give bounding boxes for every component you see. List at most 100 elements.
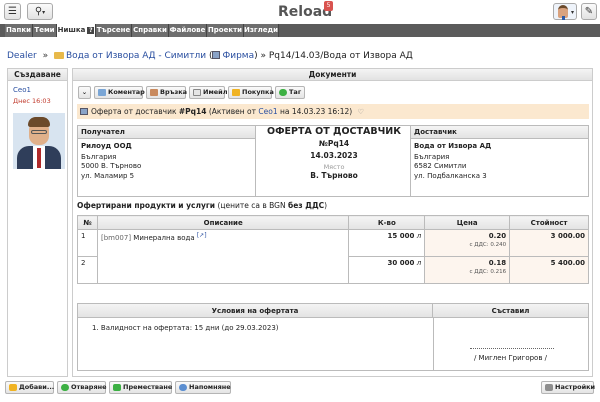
paren-close: )	[254, 51, 258, 61]
comment-label: Коментар	[108, 88, 145, 96]
chevron-down-icon: ⌄	[81, 88, 88, 96]
supplier-label: Доставчик	[411, 126, 588, 139]
vat-label: с ДДС:	[469, 269, 489, 275]
row-number: 1	[77, 229, 98, 257]
tab-search[interactable]: Търсене	[96, 24, 132, 37]
move-label: Преместване	[123, 383, 173, 391]
help-icon[interactable]: ?	[87, 27, 95, 34]
price-value: 0.20	[488, 232, 507, 240]
recipient-box: Получател Рилоуд ООД България 5000 В. Тъ…	[77, 125, 255, 197]
avatar-hair	[28, 117, 50, 127]
tab-folders[interactable]: Папки	[5, 24, 33, 37]
tab-files[interactable]: Файлове	[169, 24, 207, 37]
products-caption-title: Офертирани продукти и услуги	[77, 201, 216, 210]
document-place: В. Търново	[310, 171, 358, 180]
recipient-city: 5000 В. Търново	[81, 162, 142, 170]
heart-icon[interactable]: ♡	[358, 105, 364, 120]
col-description: Описание	[96, 215, 350, 230]
open-icon	[61, 384, 69, 391]
open-button[interactable]: Отваряне	[57, 381, 107, 394]
comment-button[interactable]: Коментар	[94, 86, 145, 99]
settings-button[interactable]: Настройки	[541, 381, 595, 394]
email-icon	[193, 89, 201, 96]
col-number: №	[77, 215, 98, 230]
tab-label: Папки	[5, 26, 32, 34]
compiled-by-title: Съставил	[433, 304, 588, 318]
breadcrumb-firm[interactable]: Фирма	[222, 51, 254, 61]
tab-thread[interactable]: Нишка?	[57, 24, 96, 37]
arrow-right-icon	[113, 384, 121, 391]
document-title: ОФЕРТА ОТ ДОСТАВЧИК	[267, 126, 401, 137]
top-bar: ☰ ⚲▾ Reload 5 ▾ ✎	[0, 0, 600, 24]
document-title-block: ОФЕРТА ОТ ДОСТАВЧИК №Pq14 14.03.2023 Мяс…	[259, 126, 409, 180]
tab-label: Нишка	[57, 26, 86, 34]
breadcrumb-current: » Pq14/14.03/Вода от Извора АД	[260, 51, 413, 61]
product-name[interactable]: Минерална вода	[133, 234, 194, 242]
external-link-icon[interactable]: [↗]	[197, 232, 207, 239]
move-button[interactable]: Преместване	[109, 381, 172, 394]
quantity-unit: л	[416, 259, 422, 267]
divider	[433, 318, 434, 371]
breadcrumb-folder[interactable]: Вода от Извора АД - Симитли	[66, 51, 206, 61]
pin-icon: ✎	[584, 6, 594, 17]
row-price: 0.18 с ДДС: 0.216	[424, 256, 511, 284]
conditions-title: Условия на офертата	[78, 304, 433, 318]
pin-button[interactable]: ✎	[581, 3, 597, 20]
creation-panel-title: Създаване	[8, 69, 67, 81]
quantity-value: 15 000	[387, 232, 415, 240]
quantity-unit: л	[416, 232, 422, 240]
bottom-toolbar: Добави... Отваряне Преместване Напомняне…	[0, 381, 600, 395]
recipient-name: Рилоуд ООД	[81, 142, 132, 150]
breadcrumb-separator: »	[42, 51, 49, 61]
user-avatar-button[interactable]: ▾	[553, 3, 577, 20]
search-button[interactable]: ⚲▾	[27, 3, 53, 20]
info-user-link[interactable]: Ceo1	[258, 107, 277, 116]
vat-label: с ДДС:	[469, 242, 489, 248]
supplier-street: ул. Подбалканска 3	[414, 171, 487, 180]
signer-name: / Миглен Григоров /	[473, 354, 548, 362]
purchase-button[interactable]: Покупка	[228, 86, 274, 99]
toggle-button[interactable]: ⌄	[78, 86, 91, 99]
purchase-label: Покупка	[242, 88, 274, 96]
condition-item: 1. Валидност на офертата: 15 дни (до 29.…	[92, 324, 279, 332]
firm-icon	[212, 51, 221, 59]
row-number: 2	[77, 256, 98, 284]
supplier-country: България	[414, 152, 450, 161]
tab-reports[interactable]: Справки	[132, 24, 169, 37]
avatar-glasses	[31, 130, 47, 134]
supplier-name: Вода от Извора АД	[414, 142, 492, 150]
product-sku: [bm007]	[100, 234, 132, 242]
row-amount: 5 400.00	[509, 256, 589, 284]
link-button[interactable]: Връзка	[146, 86, 188, 99]
folder-icon	[54, 52, 64, 59]
notification-badge[interactable]: 5	[324, 1, 333, 11]
creator-avatar[interactable]	[13, 113, 65, 169]
avatar-tie	[562, 16, 565, 20]
main-menu-button[interactable]: ☰	[4, 3, 21, 20]
tab-projects[interactable]: Проекти	[207, 24, 244, 37]
row-quantity: 30 000 л	[348, 256, 426, 284]
tab-views[interactable]: Изгледи	[244, 24, 279, 37]
document-number: #Pq14	[178, 107, 207, 116]
breadcrumb-root[interactable]: Dealer	[7, 51, 37, 61]
info-mid: (Активен от	[208, 107, 256, 116]
email-button[interactable]: Имейл	[189, 86, 227, 99]
add-button[interactable]: Добави...	[5, 381, 54, 394]
hamburger-icon: ☰	[8, 6, 17, 17]
settings-icon	[545, 384, 553, 391]
link-label: Връзка	[160, 88, 188, 96]
chevron-down-icon: ▾	[570, 9, 574, 16]
recipient-street: ул. Маламир 5	[81, 171, 135, 180]
creator-link[interactable]: Ceo1	[13, 86, 31, 94]
clock-icon	[179, 384, 187, 391]
reminder-button[interactable]: Напомняне	[175, 381, 231, 394]
tag-button[interactable]: Таг	[275, 86, 305, 99]
tab-topics[interactable]: Теми	[33, 24, 57, 37]
vat-value: 0.240	[490, 242, 507, 248]
table-header-row: № Описание К-во Цена Стойност	[77, 215, 589, 230]
quantity-value: 30 000	[387, 259, 415, 267]
breadcrumb: Dealer » Вода от Извора АД - Симитли (Фи…	[7, 51, 413, 61]
reminder-label: Напомняне	[189, 383, 231, 391]
products-caption-mid: (цените са в BGN	[217, 201, 286, 210]
tag-label: Таг	[289, 88, 302, 96]
